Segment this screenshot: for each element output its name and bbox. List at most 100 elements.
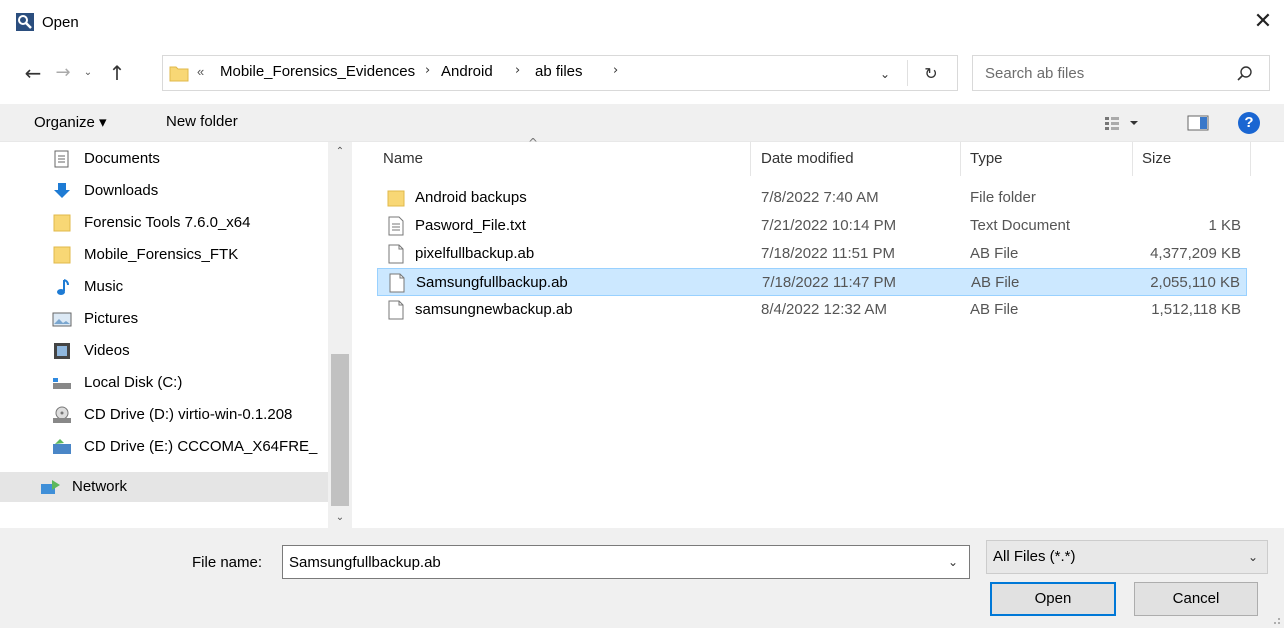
resize-grip-icon[interactable] <box>1268 612 1282 626</box>
sidebar-item-pictures[interactable]: Pictures <box>0 304 328 334</box>
sidebar-item-label: Mobile_Forensics_FTK <box>84 246 239 263</box>
file-type-value: All Files (*.*) <box>993 548 1076 565</box>
help-icon[interactable]: ? <box>1238 112 1260 134</box>
column-header-type[interactable]: Type <box>970 150 1003 167</box>
file-type: File folder <box>970 189 1036 206</box>
sidebar-item-label: Downloads <box>84 182 159 199</box>
scroll-up-icon[interactable]: ⌃ <box>330 144 350 160</box>
file-type-select[interactable]: All Files (*.*) ⌄ <box>986 540 1268 574</box>
dialog-footer: File name: ⌄ All Files (*.*) ⌄ Open Canc… <box>0 528 1284 628</box>
file-date: 7/18/2022 11:51 PM <box>761 245 895 262</box>
music-icon <box>52 278 72 296</box>
column-divider[interactable] <box>1132 142 1133 176</box>
file-name: samsungnewbackup.ab <box>415 301 573 318</box>
pictures-icon <box>52 310 72 328</box>
documents-icon <box>52 150 72 168</box>
cd-drive-icon <box>52 438 72 456</box>
sidebar-item-videos[interactable]: Videos <box>0 336 328 366</box>
up-button[interactable]: ↑ <box>104 60 130 86</box>
file-name-label: File name: <box>192 554 263 571</box>
file-row[interactable]: Pasword_File.txt 7/21/2022 10:14 PM Text… <box>377 212 1247 240</box>
scrollbar-thumb[interactable] <box>331 354 349 506</box>
file-name-combobox[interactable]: ⌄ <box>282 545 970 579</box>
preview-pane-icon[interactable] <box>1186 113 1210 133</box>
search-icon[interactable] <box>1235 64 1255 84</box>
file-row-selected[interactable]: Samsungfullbackup.ab 7/18/2022 11:47 PM … <box>377 268 1247 296</box>
network-icon <box>40 478 60 496</box>
file-name-input[interactable] <box>289 552 929 572</box>
column-divider[interactable] <box>750 142 751 176</box>
sort-ascending-icon: ^ <box>528 136 539 150</box>
file-type: AB File <box>970 301 1019 318</box>
sidebar-item-music[interactable]: Music <box>0 272 328 302</box>
address-bar[interactable]: « Mobile_Forensics_Evidences › Android ›… <box>162 55 958 91</box>
sidebar-item-label: Forensic Tools 7.6.0_x64 <box>84 214 251 231</box>
refresh-icon[interactable]: ↻ <box>919 62 943 86</box>
file-row[interactable]: samsungnewbackup.ab 8/4/2022 12:32 AM AB… <box>377 296 1247 324</box>
file-icon <box>387 300 405 320</box>
sidebar-item-downloads[interactable]: Downloads <box>0 176 328 206</box>
chevron-down-icon[interactable]: ⌄ <box>943 552 963 572</box>
videos-icon <box>52 342 72 360</box>
sidebar-item-label: Pictures <box>84 310 139 327</box>
file-type: AB File <box>971 274 1020 291</box>
file-size: 1 KB <box>1208 217 1241 234</box>
file-name: Android backups <box>415 189 527 206</box>
back-button[interactable]: ← <box>20 60 46 86</box>
file-date: 7/18/2022 11:47 PM <box>762 274 896 291</box>
navigation-pane: Documents Downloads Forensic Tools 7.6.0… <box>0 142 352 528</box>
file-name: Pasword_File.txt <box>415 217 526 234</box>
sidebar-item-cd-drive-d[interactable]: CD Drive (D:) virtio-win-0.1.208 <box>0 400 328 430</box>
close-icon[interactable]: ✕ <box>1249 8 1277 36</box>
address-divider <box>907 60 908 86</box>
sidebar-item-forensic-tools[interactable]: Forensic Tools 7.6.0_x64 <box>0 208 328 238</box>
organize-button[interactable]: Organize ▾ <box>34 113 107 131</box>
scroll-down-icon[interactable]: ⌄ <box>330 510 350 526</box>
sidebar-item-label: CD Drive (D:) virtio-win-0.1.208 <box>84 406 293 423</box>
file-row[interactable]: pixelfullbackup.ab 7/18/2022 11:51 PM AB… <box>377 240 1247 268</box>
breadcrumb-separator[interactable]: › <box>613 63 618 78</box>
sidebar-item-documents[interactable]: Documents <box>0 144 328 174</box>
file-date: 7/21/2022 10:14 PM <box>761 217 897 234</box>
cd-drive-icon <box>52 406 72 424</box>
app-icon <box>16 13 34 31</box>
forward-button[interactable]: → <box>50 60 76 86</box>
column-header-date-modified[interactable]: Date modified <box>761 150 854 167</box>
column-header-size[interactable]: Size <box>1142 150 1171 167</box>
sidebar-item-network[interactable]: Network <box>0 472 328 502</box>
sidebar-item-local-disk[interactable]: Local Disk (C:) <box>0 368 328 398</box>
column-divider[interactable] <box>1250 142 1251 176</box>
sidebar-item-label: Music <box>84 278 124 295</box>
breadcrumb-mobile-forensics-evidences[interactable]: Mobile_Forensics_Evidences <box>220 63 415 80</box>
file-icon <box>388 273 406 293</box>
sidebar-item-cd-drive-e[interactable]: CD Drive (E:) CCCOMA_X64FRE_ <box>0 432 328 462</box>
new-folder-button[interactable]: New folder <box>166 113 238 130</box>
file-size: 2,055,110 KB <box>1150 274 1240 291</box>
command-toolbar: Organize ▾ New folder ? <box>0 104 1284 142</box>
open-button[interactable]: Open <box>990 582 1116 616</box>
chevron-down-icon[interactable]: ⌄ <box>1243 547 1263 567</box>
search-box[interactable] <box>972 55 1270 91</box>
recent-locations-chevron-icon[interactable]: ⌄ <box>80 62 96 84</box>
column-header-name[interactable]: Name <box>383 150 423 167</box>
downloads-icon <box>52 182 72 200</box>
breadcrumb-separator[interactable]: › <box>425 63 430 78</box>
file-type: AB File <box>970 245 1019 262</box>
breadcrumb-separator[interactable]: › <box>515 63 520 78</box>
breadcrumb-android[interactable]: Android <box>441 63 493 80</box>
chevron-down-icon[interactable]: ⌄ <box>875 64 895 84</box>
sidebar-item-label: CD Drive (E:) CCCOMA_X64FRE_ <box>84 438 318 455</box>
folder-icon <box>52 246 72 264</box>
cancel-button[interactable]: Cancel <box>1134 582 1258 616</box>
breadcrumb-ab-files[interactable]: ab files <box>535 63 583 80</box>
local-disk-icon <box>52 374 72 392</box>
file-name: Samsungfullbackup.ab <box>416 274 568 291</box>
change-view-icon[interactable] <box>1102 113 1150 133</box>
sidebar-item-label: Local Disk (C:) <box>84 374 183 391</box>
sidebar-item-mobile-forensics-ftk[interactable]: Mobile_Forensics_FTK <box>0 240 328 270</box>
file-row[interactable]: Android backups 7/8/2022 7:40 AM File fo… <box>377 184 1247 212</box>
column-divider[interactable] <box>960 142 961 176</box>
search-input[interactable] <box>985 63 1215 83</box>
title-bar: Open ✕ <box>0 0 1284 52</box>
address-overflow-chevron[interactable]: « <box>197 64 204 79</box>
